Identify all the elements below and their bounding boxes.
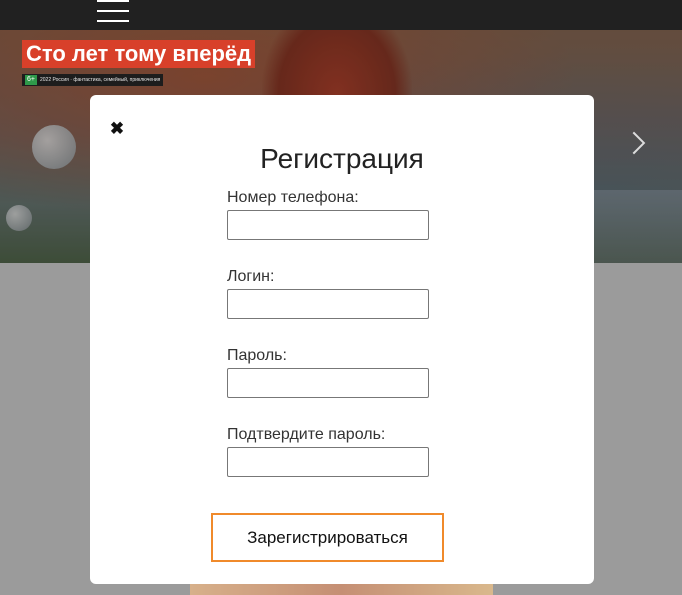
password-input[interactable] — [227, 368, 429, 398]
password-label: Пароль: — [227, 347, 287, 364]
password-field-group: Пароль: — [227, 347, 429, 398]
confirm-password-label: Подтвердите пароль: — [227, 426, 386, 443]
phone-field-group: Номер телефона: — [227, 189, 429, 240]
confirm-password-input[interactable] — [227, 447, 429, 477]
close-icon[interactable]: ✖ — [109, 120, 125, 137]
registration-modal: ✖ Регистрация Номер телефона: Логин: Пар… — [90, 95, 594, 584]
login-label: Логин: — [227, 268, 275, 285]
login-input[interactable] — [227, 289, 429, 319]
modal-title: Регистрация — [260, 143, 424, 174]
login-field-group: Логин: — [227, 268, 429, 319]
register-button[interactable]: Зарегистрироваться — [211, 513, 444, 562]
phone-label: Номер телефона: — [227, 189, 359, 206]
confirm-password-field-group: Подтвердите пароль: — [227, 426, 429, 477]
phone-input[interactable] — [227, 210, 429, 240]
